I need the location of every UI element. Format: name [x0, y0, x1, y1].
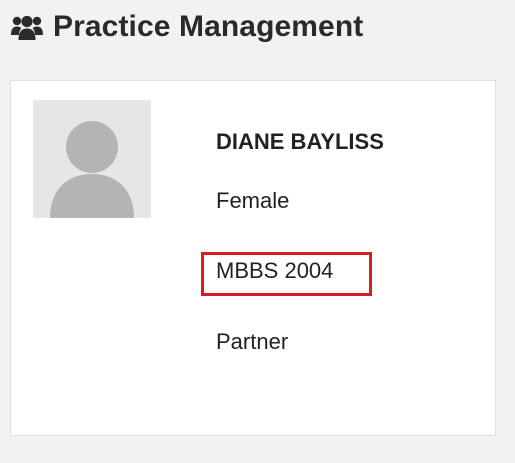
profile-card: DIANE BAYLISS Female MBBS 2004 Partner — [10, 80, 496, 436]
profile-gender: Female — [216, 188, 290, 213]
profile-name: DIANE BAYLISS — [216, 129, 384, 154]
page-title: Practice Management — [53, 10, 364, 43]
profile-role: Partner — [216, 329, 289, 354]
default-avatar-icon — [33, 100, 151, 218]
users-icon — [10, 10, 44, 44]
page-header: Practice Management — [10, 7, 363, 47]
profile-qualification: MBBS 2004 — [216, 258, 334, 283]
